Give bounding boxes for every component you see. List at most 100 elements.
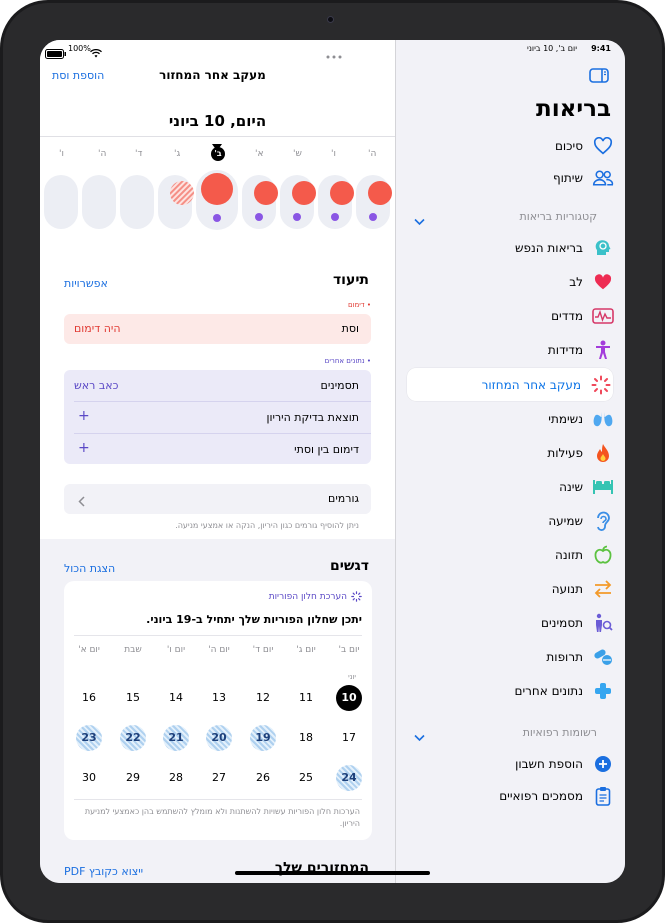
clipboard-icon [591,784,615,808]
more-dots-icon[interactable] [326,44,342,63]
calendar-day[interactable]: 17 [336,725,362,751]
sidebar-item-sharing[interactable]: שיתוף [409,164,615,192]
sidebar-item-label: בריאות הנפש [514,241,583,255]
spotting-row[interactable]: דימום בין וסתי + [64,434,371,464]
day-cell[interactable] [280,175,316,229]
sidebar-item-label: סיכום [554,139,583,153]
sidebar-item-add-account[interactable]: הוספת חשבון [409,750,615,778]
calendar-day[interactable]: 29 [120,765,146,791]
calendar-day[interactable]: 16 [76,685,102,711]
calendar-day[interactable]: 30 [76,765,102,791]
show-all-button[interactable]: הצגת הכול [64,562,115,575]
calendar-day-fertile[interactable]: 21 [163,725,189,751]
sidebar-item-label: מסמכים רפואיים [499,789,583,803]
export-pdf-button[interactable]: ייצוא כקובץ PDF [64,865,143,878]
card-divider [74,799,362,800]
sidebar-toggle-icon[interactable] [589,68,609,83]
period-row[interactable]: וסת היה דימום [64,314,371,344]
categories-header: קטגוריות בריאות [519,210,597,223]
sidebar-item-mobility[interactable]: תנועה [409,575,615,603]
calendar-day[interactable]: 28 [163,765,189,791]
ear-icon [591,509,615,533]
sidebar-item-label: לב [569,275,583,289]
sidebar-item-label: פעילות [547,446,583,460]
factors-row[interactable]: גורמים [64,484,371,514]
sidebar-item-mental-health[interactable]: בריאות הנפש [409,234,615,262]
status-time: 9:41 [591,44,611,53]
calendar-day[interactable]: 11 [293,685,319,711]
options-button[interactable]: אפשרויות [64,277,108,290]
sidebar-item-sleep[interactable]: שינה [409,473,615,501]
sidebar-item-nutrition[interactable]: תזונה [409,541,615,569]
logging-title: תיעוד [332,272,369,288]
symptoms-row[interactable]: תסמינים כאב ראש [64,370,371,401]
calendar-day[interactable]: 18 [293,725,319,751]
day-cell[interactable] [44,175,78,229]
day-cell[interactable] [356,175,392,229]
chevron-down-icon[interactable] [414,727,425,746]
day-cell[interactable] [158,175,194,229]
sidebar-item-other-data[interactable]: נתונים אחרים [409,677,615,705]
bleeding-section-label: • דימום [347,301,371,309]
fertility-window-header: הערכת חלון הפוריות [269,591,362,602]
day-cell-today[interactable] [196,170,238,230]
bleeding-label-text: דימום [347,301,365,309]
status-battery: 100% [68,44,91,53]
heart-outline-icon [591,134,615,158]
symptoms-icon [591,611,615,635]
day-label: ה' [368,149,377,159]
add-icon[interactable]: + [78,440,90,456]
calendar-day[interactable]: 14 [163,685,189,711]
calendar-day[interactable]: 26 [250,765,276,791]
sidebar-item-label: תנועה [551,582,583,596]
status-date: יום ב', 10 ביוני [526,44,577,53]
calendar-day-fertile[interactable]: 22 [120,725,146,751]
day-cell[interactable] [82,175,116,229]
chevron-down-icon[interactable] [414,211,425,230]
sidebar-item-medications[interactable]: תרופות [409,643,615,671]
sidebar-item-heart[interactable]: לב [409,268,615,296]
period-label: וסת [341,322,359,335]
calendar-day-fertile[interactable]: 23 [76,725,102,751]
calendar-day[interactable]: 12 [250,685,276,711]
sidebar-item-hearing[interactable]: שמיעה [409,507,615,535]
calendar-day[interactable]: 13 [206,685,232,711]
day-cell[interactable] [120,175,154,229]
calendar-day-fertile[interactable]: 20 [206,725,232,751]
add-icon[interactable]: + [78,408,90,424]
add-circle-icon [591,752,615,776]
calendar-day-fertile[interactable]: 24 [336,765,362,791]
calendar-day-today[interactable]: 10 [336,685,362,711]
sidebar-item-respiratory[interactable]: נשימתי [409,405,615,433]
head-icon [591,236,615,260]
sidebar-item-vitals[interactable]: מדדים [409,302,615,330]
day-label: א' [255,149,264,159]
day-label: ג' [174,149,181,159]
sidebar-item-clinical-documents[interactable]: מסמכים רפואיים [409,782,615,810]
calendar-day[interactable]: 15 [120,685,146,711]
pregnancy-test-row[interactable]: תוצאת בדיקת היריון + [64,402,371,433]
add-period-button[interactable]: הוספת וסת [52,69,104,82]
sidebar-item-summary[interactable]: סיכום [409,132,615,160]
sidebar-item-label: נשימתי [548,412,583,426]
figure-icon [591,338,615,362]
chevron-left-icon [78,492,85,511]
sidebar-item-label: מדידות [547,343,583,357]
card-divider [74,635,362,636]
lungs-icon [591,407,615,431]
calendar-day[interactable]: 27 [206,765,232,791]
sidebar-item-label: שיתוף [552,171,583,185]
sidebar-item-symptoms[interactable]: תסמינים [409,609,615,637]
calendar-day[interactable]: 25 [293,765,319,791]
sidebar-item-activity[interactable]: פעילות [409,439,615,467]
sidebar-item-label: תזונה [555,548,583,562]
sidebar-item-cycle-tracking[interactable]: מעקב אחר המחזור [407,368,613,401]
day-cell[interactable] [318,175,354,229]
day-cell[interactable] [242,175,278,229]
calendar-day-fertile[interactable]: 19 [250,725,276,751]
sidebar-item-measurements[interactable]: מדידות [409,336,615,364]
fertility-card[interactable]: הערכת חלון הפוריות יתכן שחלון הפוריות של… [64,581,372,840]
day-label: ה' [98,149,107,159]
detail-pane: 100% מעקב אחר המחזור הוספת וסת היום, 10 … [40,40,395,883]
home-indicator[interactable] [235,871,430,875]
